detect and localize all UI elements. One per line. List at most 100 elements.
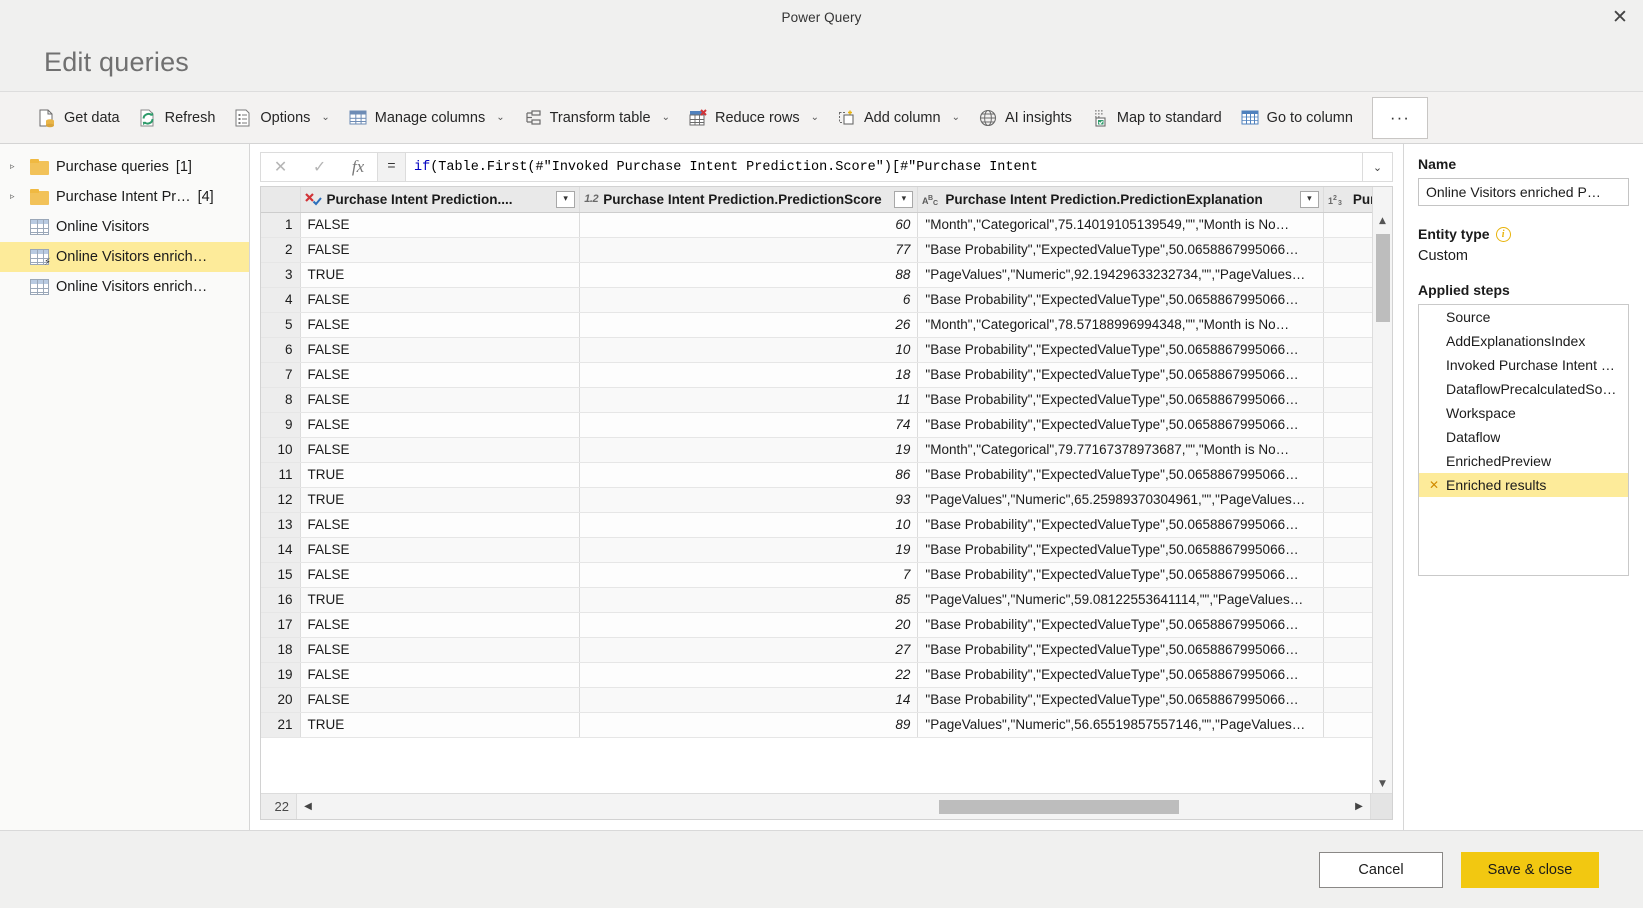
cell-prediction-explanation[interactable]: "Base Probability","ExpectedValueType",5… [918,287,1323,312]
table-row[interactable]: 3TRUE88"PageValues","Numeric",92.1942963… [261,262,1372,287]
cell-prediction[interactable]: TRUE [300,462,580,487]
cell-purchase-intent-partial[interactable] [1323,237,1372,262]
table-row[interactable]: 10FALSE19"Month","Categorical",79.771673… [261,437,1372,462]
cell-prediction[interactable]: FALSE [300,612,580,637]
vertical-scroll-thumb[interactable] [1376,234,1390,322]
cell-purchase-intent-partial[interactable] [1323,687,1372,712]
cell-prediction-score[interactable]: 20 [580,612,918,637]
table-row[interactable]: 11TRUE86"Base Probability","ExpectedValu… [261,462,1372,487]
cell-prediction-score[interactable]: 10 [580,337,918,362]
horizontal-scrollbar[interactable]: ◀ ▶ [297,794,1370,819]
applied-step-item[interactable]: ✕EnrichedPreview [1419,449,1628,473]
expand-chevron-icon[interactable]: ▹ [10,192,23,202]
cell-prediction-explanation[interactable]: "Base Probability","ExpectedValueType",5… [918,562,1323,587]
scroll-left-icon[interactable]: ◀ [297,795,319,819]
cell-purchase-intent-partial[interactable] [1323,287,1372,312]
applied-step-item[interactable]: ✕DataflowPrecalculatedSo… [1419,377,1628,401]
query-item-online-visitors[interactable]: Online Visitors [0,212,249,242]
formula-cancel-icon[interactable]: ✕ [274,157,287,177]
cell-prediction-explanation[interactable]: "PageValues","Numeric",56.65519857557146… [918,712,1323,737]
cell-prediction[interactable]: FALSE [300,237,580,262]
cell-prediction-score[interactable]: 22 [580,662,918,687]
query-item-online-visitors-enriched-selected[interactable]: ⚡ Online Visitors enrich… [0,242,249,272]
cell-prediction-score[interactable]: 19 [580,437,918,462]
horizontal-scroll-thumb[interactable] [939,800,1179,814]
cell-purchase-intent-partial[interactable] [1323,537,1372,562]
cell-prediction[interactable]: FALSE [300,337,580,362]
cell-prediction-explanation[interactable]: "PageValues","Numeric",92.19429633232734… [918,262,1323,287]
formula-accept-icon[interactable]: ✓ [313,157,326,177]
query-item-purchase-intent-prediction[interactable]: ▹ Purchase Intent Pr… [4] [0,182,249,212]
cell-purchase-intent-partial[interactable] [1323,262,1372,287]
formula-input[interactable]: if (Table.First(#"Invoked Purchase Inten… [406,152,1363,182]
cell-prediction[interactable]: FALSE [300,562,580,587]
cell-prediction-explanation[interactable]: "PageValues","Numeric",65.25989370304961… [918,487,1323,512]
table-row[interactable]: 5FALSE26"Month","Categorical",78.5718899… [261,312,1372,337]
cell-prediction-explanation[interactable]: "Month","Categorical",78.57188996994348,… [918,312,1323,337]
cell-prediction[interactable]: FALSE [300,637,580,662]
cell-prediction-score[interactable]: 10 [580,512,918,537]
ribbon-button-ai-insights[interactable]: AI insights [969,99,1081,137]
cell-prediction-explanation[interactable]: "Month","Categorical",79.77167378973687,… [918,437,1323,462]
cell-prediction-score[interactable]: 85 [580,587,918,612]
cell-prediction-explanation[interactable]: "Base Probability","ExpectedValueType",5… [918,387,1323,412]
cell-purchase-intent-partial[interactable] [1323,387,1372,412]
cell-prediction[interactable]: FALSE [300,662,580,687]
column-filter-button[interactable]: ▾ [556,191,575,208]
cell-prediction-explanation[interactable]: "Base Probability","ExpectedValueType",5… [918,462,1323,487]
table-row[interactable]: 13FALSE10"Base Probability","ExpectedVal… [261,512,1372,537]
applied-step-item[interactable]: ✕AddExplanationsIndex [1419,329,1628,353]
cell-prediction-score[interactable]: 89 [580,712,918,737]
column-header-prediction[interactable]: Purchase Intent Prediction.... ▾ [300,187,580,212]
save-and-close-button[interactable]: Save & close [1461,852,1599,888]
cell-prediction-score[interactable]: 26 [580,312,918,337]
formula-expand-icon[interactable]: ⌄ [1363,152,1393,182]
applied-step-item[interactable]: ✕Source [1419,305,1628,329]
table-row[interactable]: 16TRUE85"PageValues","Numeric",59.081225… [261,587,1372,612]
cell-prediction-explanation[interactable]: "Base Probability","ExpectedValueType",5… [918,662,1323,687]
ribbon-overflow-button[interactable]: ··· [1372,97,1428,139]
cell-purchase-intent-partial[interactable] [1323,462,1372,487]
delete-step-icon[interactable]: ✕ [1429,478,1441,492]
ribbon-button-map-to-standard[interactable]: Map to standard [1081,99,1231,137]
table-row[interactable]: 9FALSE74"Base Probability","ExpectedValu… [261,412,1372,437]
ribbon-button-options[interactable]: Options ⌄ [224,99,338,137]
cell-prediction-explanation[interactable]: "Base Probability","ExpectedValueType",5… [918,337,1323,362]
cell-prediction-explanation[interactable]: "Month","Categorical",75.14019105139549,… [918,212,1323,237]
close-icon[interactable]: ✕ [1597,0,1643,34]
table-row[interactable]: 15FALSE7"Base Probability","ExpectedValu… [261,562,1372,587]
cell-prediction[interactable]: FALSE [300,412,580,437]
cell-prediction-score[interactable]: 86 [580,462,918,487]
cell-prediction-explanation[interactable]: "Base Probability","ExpectedValueType",5… [918,362,1323,387]
cell-prediction[interactable]: FALSE [300,212,580,237]
cell-prediction-explanation[interactable]: "Base Probability","ExpectedValueType",5… [918,687,1323,712]
scroll-up-icon[interactable]: ▲ [1373,212,1393,230]
column-filter-button[interactable]: ▾ [894,191,913,208]
table-row[interactable]: 1FALSE60"Month","Categorical",75.1401910… [261,212,1372,237]
table-row[interactable]: 20FALSE14"Base Probability","ExpectedVal… [261,687,1372,712]
vertical-scrollbar[interactable]: ▲ ▼ [1372,187,1392,793]
ribbon-button-add-column[interactable]: Add column ⌄ [828,99,969,137]
info-icon[interactable]: i [1496,227,1511,242]
cell-purchase-intent-partial[interactable] [1323,437,1372,462]
cell-prediction-explanation[interactable]: "Base Probability","ExpectedValueType",5… [918,537,1323,562]
scroll-right-icon[interactable]: ▶ [1348,795,1370,819]
column-header-prediction-explanation[interactable]: A B C Purchase Intent Prediction.Predict… [918,187,1323,212]
cell-purchase-intent-partial[interactable] [1323,512,1372,537]
table-row[interactable]: 2FALSE77"Base Probability","ExpectedValu… [261,237,1372,262]
cell-prediction[interactable]: FALSE [300,287,580,312]
table-row[interactable]: 7FALSE18"Base Probability","ExpectedValu… [261,362,1372,387]
ribbon-button-get-data[interactable]: Get data [28,99,129,137]
table-row[interactable]: 17FALSE20"Base Probability","ExpectedVal… [261,612,1372,637]
cell-prediction-score[interactable]: 77 [580,237,918,262]
cell-prediction-score[interactable]: 93 [580,487,918,512]
cell-prediction[interactable]: TRUE [300,587,580,612]
cell-purchase-intent-partial[interactable] [1323,412,1372,437]
cell-purchase-intent-partial[interactable] [1323,312,1372,337]
cell-purchase-intent-partial[interactable] [1323,662,1372,687]
cancel-button[interactable]: Cancel [1319,852,1443,888]
cell-purchase-intent-partial[interactable] [1323,362,1372,387]
applied-step-item[interactable]: ✕Workspace [1419,401,1628,425]
cell-prediction[interactable]: FALSE [300,437,580,462]
table-row[interactable]: 19FALSE22"Base Probability","ExpectedVal… [261,662,1372,687]
